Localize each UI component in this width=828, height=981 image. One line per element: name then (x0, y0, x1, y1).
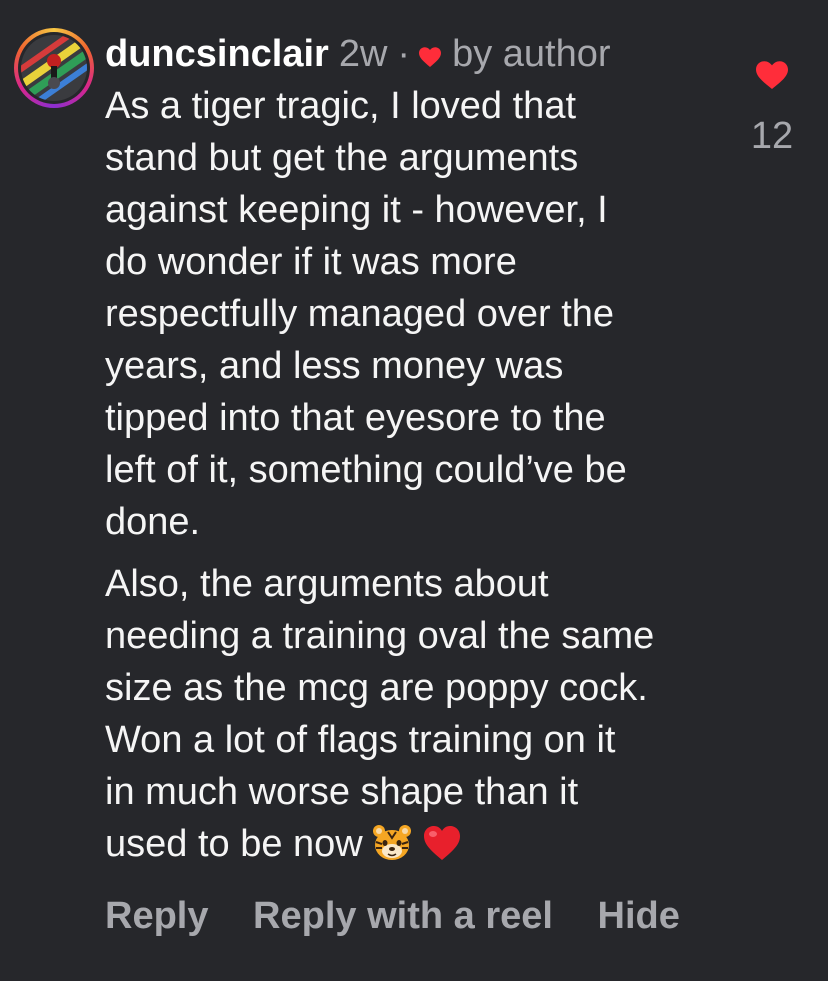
tiger-face-icon (372, 825, 411, 860)
like-column: 12 (740, 60, 804, 162)
comment-text: As a tiger tragic, I loved that stand bu… (105, 80, 745, 870)
comment-paragraph: As a tiger tragic, I loved that stand bu… (105, 85, 627, 543)
avatar[interactable] (14, 28, 94, 108)
red-heart-icon (423, 826, 460, 860)
comment-paragraph-text: Also, the arguments about needing a trai… (105, 563, 655, 865)
reply-button[interactable]: Reply (105, 895, 208, 937)
reply-with-reel-button[interactable]: Reply with a reel (253, 895, 553, 937)
comment-actions: Reply Reply with a reel Hide (105, 890, 714, 942)
avatar-ring-inner (18, 32, 90, 104)
hide-button[interactable]: Hide (598, 895, 680, 937)
comment-header: duncsinclair 2w · by author (105, 28, 745, 80)
liked-by-author-label: by author (452, 33, 611, 75)
comment-item: duncsinclair 2w · by author As a tiger t… (0, 0, 828, 981)
comment-body: duncsinclair 2w · by author As a tiger t… (105, 28, 745, 870)
liked-by-author-heart-icon (419, 47, 442, 67)
username-link[interactable]: duncsinclair (105, 28, 329, 80)
comment-timestamp: 2w (338, 33, 388, 75)
like-count: 12 (750, 115, 794, 157)
comment-paragraph-with-emoji: Also, the arguments about needing a trai… (105, 558, 745, 870)
separator-dot: · (397, 33, 411, 75)
avatar-image (21, 35, 87, 101)
like-heart-icon[interactable] (755, 60, 789, 90)
